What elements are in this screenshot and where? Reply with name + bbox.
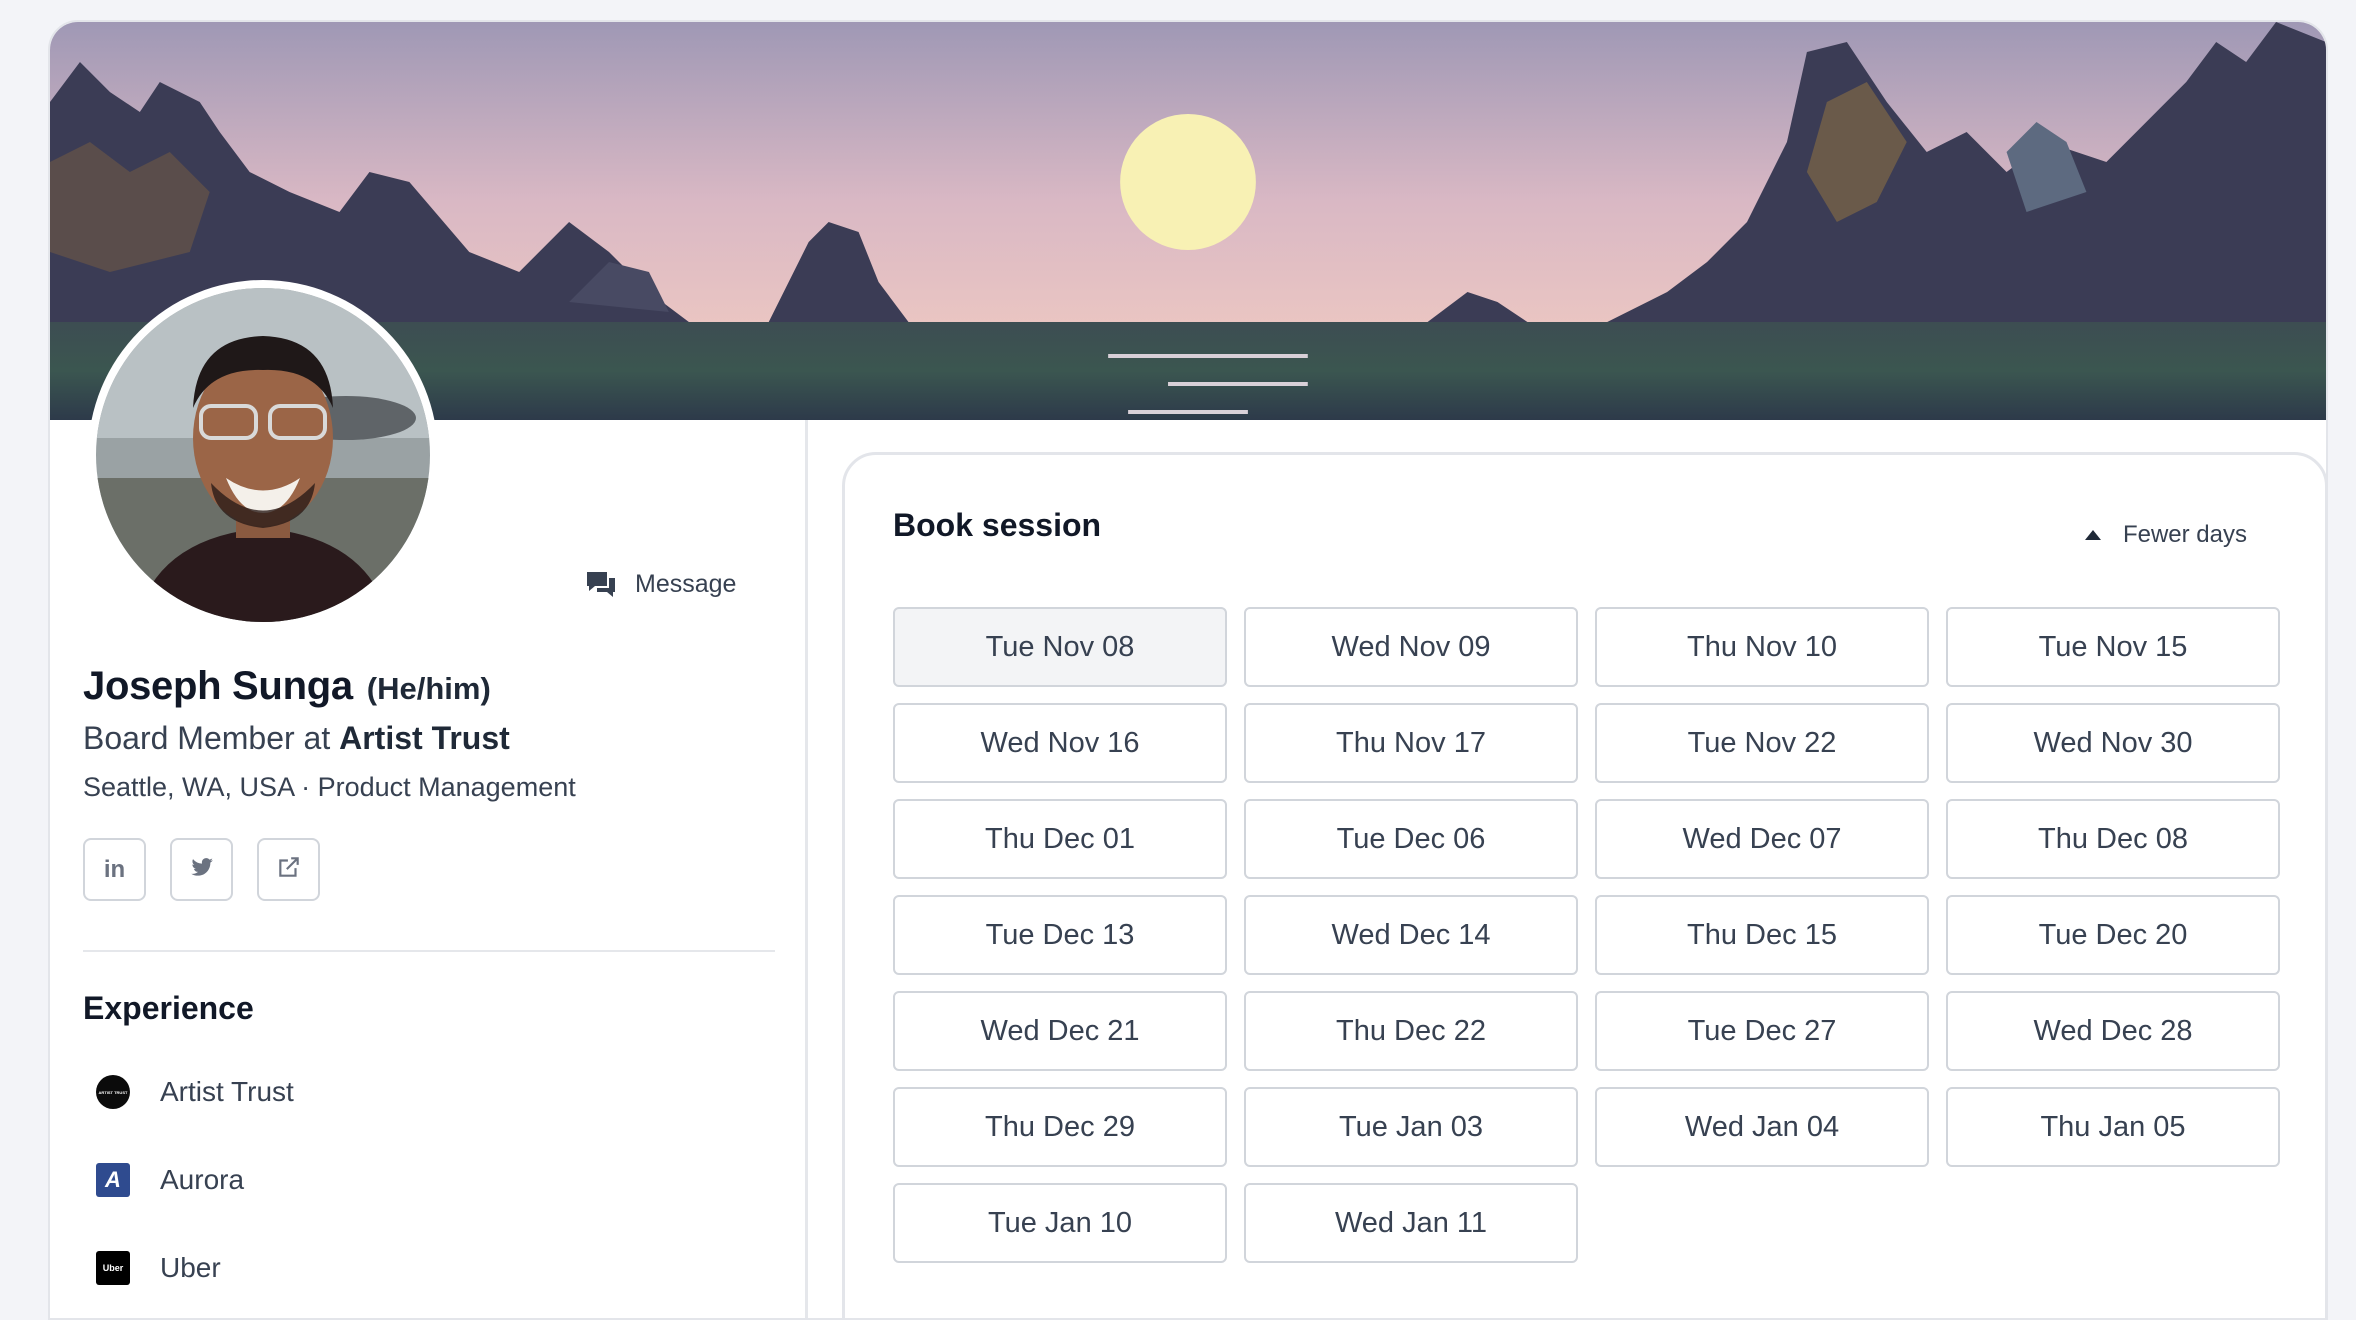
artist-trust-logo: ARTIST TRUST bbox=[96, 1075, 130, 1109]
experience-item[interactable]: A Aurora bbox=[96, 1136, 294, 1224]
date-button[interactable]: Wed Jan 04 bbox=[1595, 1087, 1929, 1167]
experience-item-name: Uber bbox=[160, 1252, 221, 1283]
experience-item-name: Aurora bbox=[160, 1164, 245, 1195]
date-button[interactable]: Wed Nov 09 bbox=[1244, 607, 1578, 687]
date-button[interactable]: Tue Nov 08 bbox=[893, 607, 1227, 687]
date-button[interactable]: Thu Dec 08 bbox=[1946, 799, 2280, 879]
date-grid: Tue Nov 08 Wed Nov 09 Thu Nov 10 Tue Nov 15… bbox=[893, 607, 2280, 1263]
book-session-card: Book session Fewer days Tue Nov 08 Wed No… bbox=[842, 452, 2326, 1318]
linkedin-icon: in bbox=[103, 855, 126, 883]
section-divider bbox=[83, 950, 775, 952]
profile-role: Board Member at Artist Trust bbox=[83, 720, 510, 757]
external-link-icon bbox=[276, 854, 302, 885]
date-button[interactable]: Wed Dec 21 bbox=[893, 991, 1227, 1071]
date-button[interactable]: Tue Nov 15 bbox=[1946, 607, 2280, 687]
experience-list: ARTIST TRUST Artist Trust A Aurora Uber … bbox=[96, 1048, 294, 1312]
date-button[interactable]: Wed Dec 07 bbox=[1595, 799, 1929, 879]
role-organization: Artist Trust bbox=[339, 720, 510, 756]
profile-name: Joseph Sunga bbox=[83, 664, 353, 708]
date-button[interactable]: Tue Jan 03 bbox=[1244, 1087, 1578, 1167]
social-links: in bbox=[83, 838, 320, 901]
role-prefix: Board Member at bbox=[83, 720, 340, 756]
date-button[interactable]: Wed Dec 28 bbox=[1946, 991, 2280, 1071]
date-button[interactable]: Thu Dec 01 bbox=[893, 799, 1227, 879]
twitter-button[interactable] bbox=[170, 838, 233, 901]
external-link-button[interactable] bbox=[257, 838, 320, 901]
aurora-logo: A bbox=[96, 1163, 130, 1197]
name-row: Joseph Sunga (He/him) bbox=[83, 664, 491, 709]
experience-heading: Experience bbox=[83, 990, 254, 1026]
date-button[interactable]: Thu Nov 17 bbox=[1244, 703, 1578, 783]
avatar bbox=[88, 280, 438, 630]
profile-photo bbox=[96, 288, 430, 622]
date-button[interactable]: Wed Dec 14 bbox=[1244, 895, 1578, 975]
date-button[interactable]: Tue Nov 22 bbox=[1595, 703, 1929, 783]
linkedin-button[interactable]: in bbox=[83, 838, 146, 901]
date-button[interactable]: Wed Nov 16 bbox=[893, 703, 1227, 783]
date-button[interactable]: Thu Dec 22 bbox=[1244, 991, 1578, 1071]
chat-bubbles-icon bbox=[585, 568, 617, 600]
date-button[interactable]: Thu Dec 29 bbox=[893, 1087, 1227, 1167]
date-button[interactable]: Thu Dec 15 bbox=[1595, 895, 1929, 975]
uber-logo: Uber bbox=[96, 1251, 130, 1285]
date-button[interactable]: Tue Jan 10 bbox=[893, 1183, 1227, 1263]
profile-pronouns: (He/him) bbox=[366, 671, 491, 706]
twitter-icon bbox=[189, 854, 215, 885]
date-button[interactable]: Thu Nov 10 bbox=[1595, 607, 1929, 687]
fewer-days-toggle[interactable]: Fewer days bbox=[2084, 521, 2247, 549]
fewer-days-label: Fewer days bbox=[2122, 521, 2247, 548]
experience-item-name: Artist Trust bbox=[160, 1076, 294, 1107]
message-label: Message bbox=[635, 569, 737, 598]
date-button[interactable]: Tue Dec 06 bbox=[1244, 799, 1578, 879]
sun-shape bbox=[1120, 114, 1256, 250]
date-button[interactable]: Tue Dec 20 bbox=[1946, 895, 2280, 975]
profile-sidebar: Message Joseph Sunga (He/him) Board Memb… bbox=[50, 280, 808, 1318]
date-button[interactable]: Tue Dec 13 bbox=[893, 895, 1227, 975]
profile-page: Message Joseph Sunga (He/him) Board Memb… bbox=[48, 20, 2328, 1320]
date-button[interactable]: Wed Nov 30 bbox=[1946, 703, 2280, 783]
date-button[interactable]: Tue Dec 27 bbox=[1595, 991, 1929, 1071]
experience-item[interactable]: ARTIST TRUST Artist Trust bbox=[96, 1048, 294, 1136]
date-button[interactable]: Thu Jan 05 bbox=[1946, 1087, 2280, 1167]
date-button[interactable]: Wed Jan 11 bbox=[1244, 1183, 1578, 1263]
caret-up-icon bbox=[2084, 530, 2101, 540]
artist-trust-logo-text: ARTIST TRUST bbox=[98, 1089, 128, 1095]
message-button[interactable]: Message bbox=[585, 560, 736, 608]
profile-meta: Seattle, WA, USA · Product Management bbox=[83, 772, 576, 802]
book-session-title: Book session bbox=[893, 507, 1102, 543]
experience-item[interactable]: Uber Uber bbox=[96, 1224, 294, 1312]
